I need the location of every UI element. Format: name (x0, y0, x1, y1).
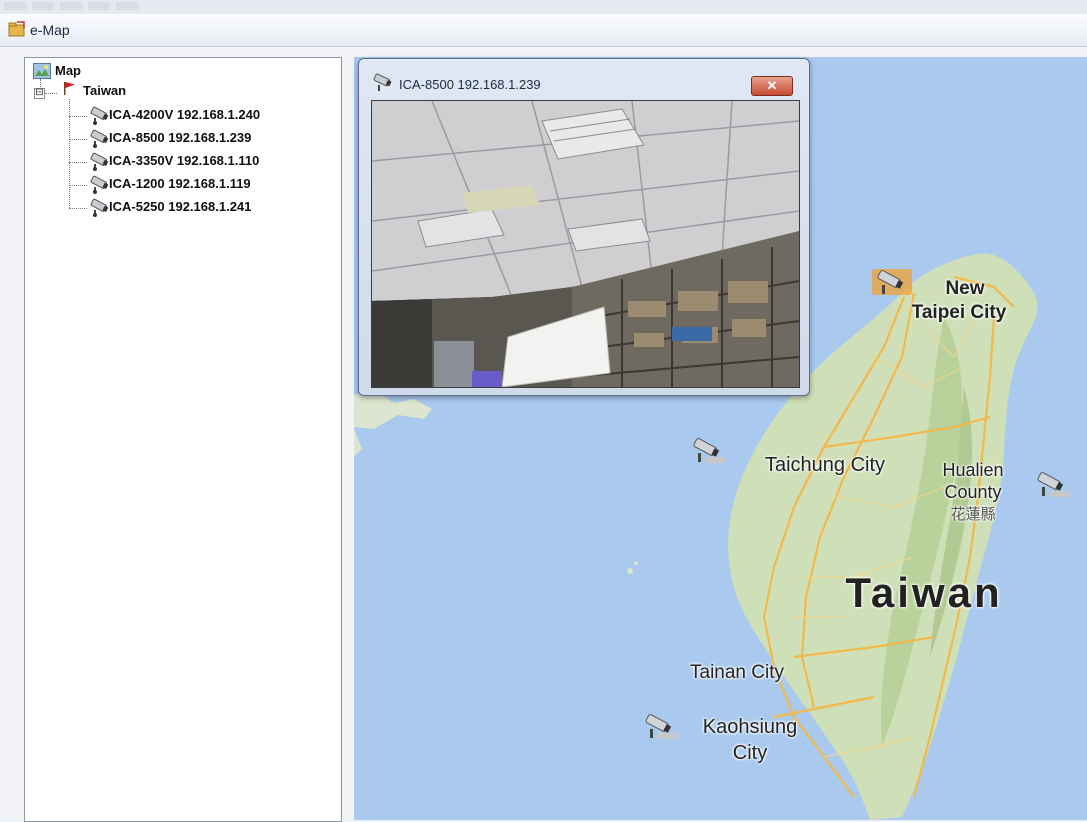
camera-marker-icon[interactable] (638, 711, 682, 741)
tree-connector (69, 139, 87, 140)
video-frame-graphic (372, 101, 799, 387)
camera-icon (373, 73, 392, 91)
map-label-kaohsiung: Kaohsiung (702, 716, 798, 738)
camera-label: ICA-1200 192.168.1.119 (109, 176, 251, 191)
menu-item-5[interactable] (116, 2, 138, 10)
camera-marker-icon[interactable] (1030, 469, 1074, 499)
menu-item-4[interactable] (88, 2, 110, 10)
tree-connector (45, 93, 57, 94)
camera-icon (90, 175, 109, 194)
camera-label: ICA-8500 192.168.1.239 (109, 130, 252, 145)
tree-connector (69, 116, 87, 117)
live-view-title: ICA-8500 192.168.1.239 (399, 77, 541, 92)
close-button[interactable]: ✕ (751, 76, 793, 96)
menu-strip (0, 0, 1087, 15)
map-label-hualien-chinese: 花蓮縣 (950, 506, 996, 523)
camera-marker-icon[interactable] (870, 267, 914, 297)
window-title: e-Map (30, 22, 70, 38)
menu-item-1[interactable] (4, 2, 26, 10)
tree-connector (69, 208, 87, 209)
map-label-taiwan: Taiwan (845, 569, 1003, 616)
tree-item-map[interactable]: Map (55, 63, 81, 78)
menu-item-3[interactable] (60, 2, 82, 10)
menu-item-2[interactable] (32, 2, 54, 10)
map-label-tainan: Tainan City (690, 662, 784, 683)
device-tree-panel: Map ⊟ Taiwan ICA-4200V 192.168.1.240 ICA… (24, 57, 342, 822)
tree-connector (69, 162, 87, 163)
map-label-new-taipei: Taipei City (911, 302, 1007, 323)
camera-icon (90, 129, 109, 148)
camera-icon (90, 152, 109, 171)
camera-marker-icon[interactable] (686, 435, 730, 465)
tree-item-taiwan-label: Taiwan (83, 83, 127, 98)
map-label-taichung: Taichung City (764, 454, 886, 476)
map-label-hualien: Hualien (942, 460, 1004, 480)
camera-live-view-window[interactable]: ICA-8500 192.168.1.239 ✕ (358, 58, 810, 396)
camera-icon (90, 198, 109, 217)
tree-connector (69, 185, 87, 186)
tree-item-taiwan[interactable]: Taiwan (83, 83, 126, 98)
tree-item-map-label: Map (55, 63, 81, 78)
emap-app-icon (8, 21, 25, 37)
camera-label: ICA-5250 192.168.1.241 (109, 199, 252, 214)
map-icon (33, 63, 51, 79)
map-label-kaohsiung: City (732, 742, 768, 764)
camera-icon (90, 106, 109, 125)
map-label-new-taipei: New (945, 278, 985, 299)
camera-label: ICA-4200V 192.168.1.240 (109, 107, 261, 122)
map-label-hualien: County (944, 482, 1002, 502)
live-video-feed (371, 100, 800, 388)
tree-collapse-toggle[interactable]: ⊟ (34, 88, 45, 99)
red-flag-icon (64, 82, 75, 95)
window-title-bar: e-Map (0, 14, 1087, 47)
camera-label: ICA-3350V 192.168.1.110 (109, 153, 260, 168)
